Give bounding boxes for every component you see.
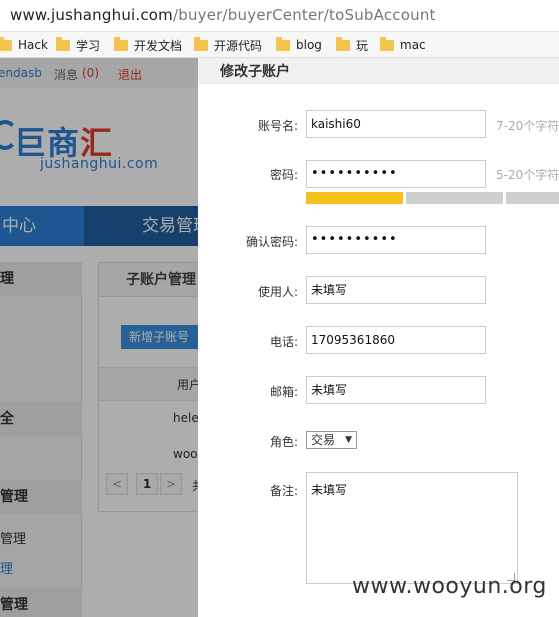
role-label: 角色: <box>269 435 298 449</box>
bookmark-mac[interactable]: mac <box>380 36 426 54</box>
dialog-title: 修改子账户 <box>220 64 290 80</box>
bookmark-study[interactable]: 学习 <box>56 36 100 54</box>
phone-label: 电话: <box>269 335 298 349</box>
folder-icon <box>336 36 350 51</box>
bookmark-blog[interactable]: blog <box>276 36 322 54</box>
folder-icon <box>0 36 12 51</box>
account-label: 账号名: <box>257 119 298 133</box>
bookmarks-bar: Hack 学习 开发文档 开源代码 blog 玩 mac <box>0 32 559 58</box>
url-text: www.jushanghui.com/buyer/buyerCenter/toS… <box>10 6 436 24</box>
dialog-titlebar: 修改子账户 <box>198 58 559 84</box>
edit-subaccount-dialog: 修改子账户 账号名: kaishi60 7-20个字符 密码: ••••••••… <box>198 58 559 617</box>
dropdown-arrow-icon: ▼ <box>345 435 352 445</box>
password-input[interactable]: •••••••••• <box>306 160 486 188</box>
bookmark-hack[interactable]: Hack <box>0 36 48 54</box>
folder-icon <box>194 36 208 51</box>
account-hint: 7-20个字符 <box>496 119 559 133</box>
email-input[interactable]: 未填写 <box>306 376 486 404</box>
role-select[interactable]: 交易 ▼ <box>306 431 357 449</box>
watermark: www.wooyun.org <box>352 574 547 599</box>
note-textarea[interactable]: 未填写 <box>306 472 518 584</box>
folder-icon <box>56 36 70 51</box>
strength-segment <box>306 192 403 204</box>
account-input[interactable]: kaishi60 <box>306 110 486 138</box>
strength-segment <box>506 192 559 204</box>
modal-overlay[interactable] <box>0 58 200 617</box>
folder-icon <box>114 36 128 51</box>
bookmark-play[interactable]: 玩 <box>336 36 368 54</box>
user-input[interactable]: 未填写 <box>306 276 486 304</box>
email-label: 邮箱: <box>269 385 298 399</box>
password-label: 密码: <box>269 168 298 182</box>
phone-input[interactable]: 17095361860 <box>306 326 486 354</box>
address-bar[interactable]: www.jushanghui.com/buyer/buyerCenter/toS… <box>0 0 559 32</box>
user-label: 使用人: <box>257 285 298 299</box>
note-label: 备注: <box>269 484 298 498</box>
bookmark-open-source[interactable]: 开源代码 <box>194 36 262 54</box>
confirm-password-label: 确认密码: <box>245 235 298 249</box>
folder-icon <box>380 36 394 51</box>
confirm-password-input[interactable]: •••••••••• <box>306 226 486 254</box>
folder-icon <box>276 36 290 51</box>
bookmark-dev-docs[interactable]: 开发文档 <box>114 36 182 54</box>
strength-segment <box>406 192 503 204</box>
password-hint: 5-20个字符 <box>496 168 559 182</box>
